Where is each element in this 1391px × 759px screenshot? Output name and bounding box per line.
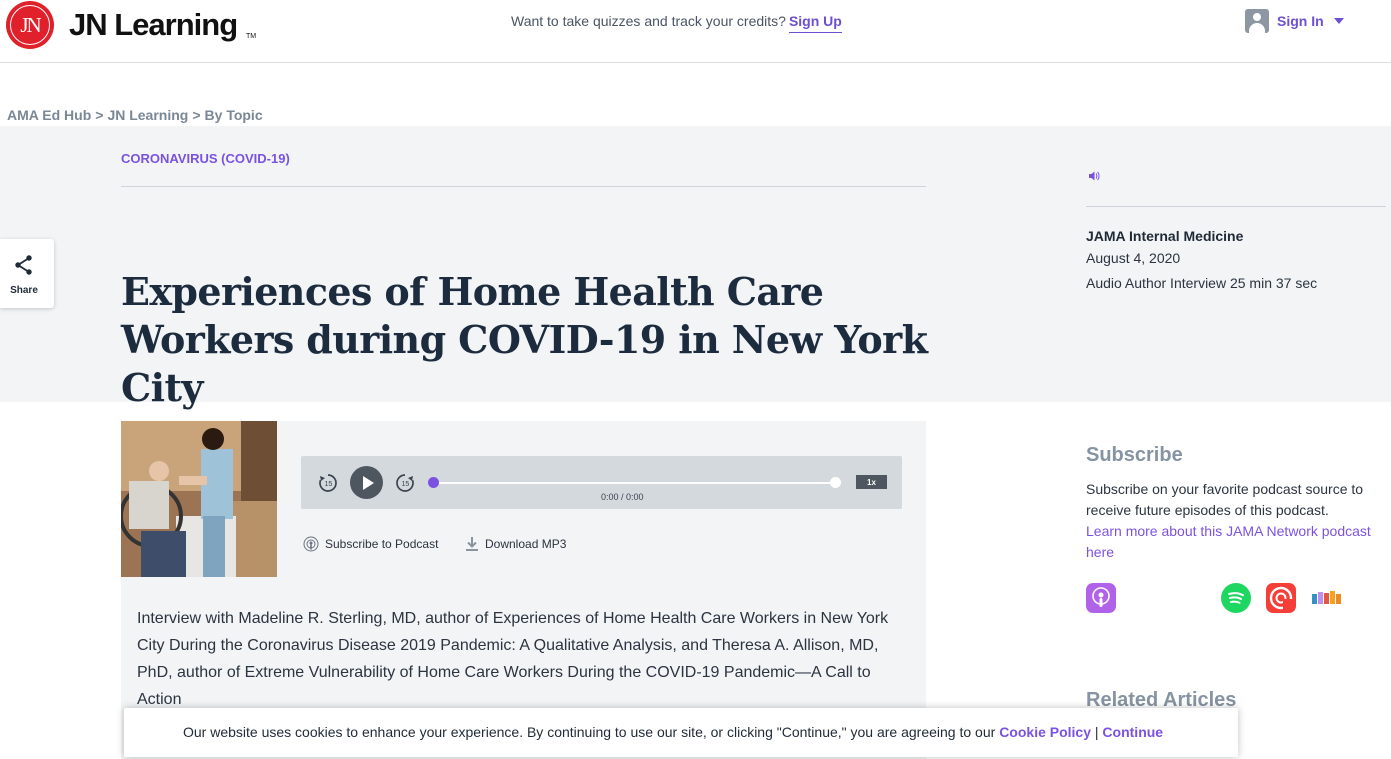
- svg-text:15: 15: [402, 481, 410, 488]
- topic-divider: [121, 186, 926, 187]
- progress-handle[interactable]: [428, 477, 439, 488]
- episode-thumbnail: [121, 421, 277, 577]
- signup-prompt: Want to take quizzes and track your cred…: [511, 13, 842, 33]
- share-label: Share: [10, 285, 38, 296]
- learn-more-podcast-link[interactable]: Learn more about this JAMA Network podca…: [1086, 521, 1386, 563]
- trademark-mark: TM: [246, 33, 257, 40]
- journal-name[interactable]: JAMA Internal Medicine: [1086, 228, 1243, 244]
- continue-button[interactable]: Continue: [1102, 724, 1163, 740]
- stitcher-icon[interactable]: [1311, 583, 1341, 613]
- publication-date: August 4, 2020: [1086, 250, 1181, 266]
- site-header: JN JN Learning TM Want to take quizzes a…: [0, 0, 1391, 63]
- sign-up-link[interactable]: Sign Up: [788, 13, 842, 33]
- spotify-icon[interactable]: [1221, 583, 1251, 613]
- breadcrumb-item-by-topic[interactable]: By Topic: [205, 107, 263, 123]
- subscribe-heading: Subscribe: [1086, 444, 1183, 466]
- cookie-policy-link[interactable]: Cookie Policy: [999, 724, 1091, 740]
- download-icon: [466, 537, 478, 551]
- topic-link[interactable]: CORONAVIRUS (COVID-19): [121, 151, 290, 166]
- user-icon: [1245, 9, 1269, 33]
- breadcrumb-item-jn-learning[interactable]: JN Learning: [107, 107, 188, 123]
- cookie-separator: |: [1094, 724, 1099, 740]
- share-button[interactable]: Share: [0, 239, 54, 308]
- chevron-down-icon[interactable]: [1333, 18, 1344, 24]
- breadcrumb-separator: >: [95, 107, 104, 123]
- breadcrumb: AMA Ed Hub > JN Learning > By Topic: [7, 107, 263, 123]
- page-title: Experiences of Home Health Care Workers …: [121, 269, 928, 410]
- subscribe-text: Subscribe on your favorite podcast sourc…: [1086, 481, 1364, 518]
- signup-prompt-text: Want to take quizzes and track your cred…: [511, 13, 786, 29]
- progress-end-marker: [830, 477, 841, 488]
- progress-track[interactable]: [433, 482, 836, 484]
- sign-in-label[interactable]: Sign In: [1277, 13, 1324, 29]
- site-logo-text[interactable]: JN Learning: [69, 7, 238, 43]
- subscribe-to-podcast-link[interactable]: Subscribe to Podcast: [303, 536, 438, 552]
- episode-description: Interview with Madeline R. Sterling, MD,…: [137, 610, 889, 708]
- breadcrumb-separator: >: [192, 107, 201, 123]
- cookie-message-text: Our website uses cookies to enhance your…: [183, 724, 996, 740]
- breadcrumb-item-ama-ed-hub[interactable]: AMA Ed Hub: [7, 107, 91, 123]
- forward-15-icon[interactable]: 15: [394, 471, 416, 493]
- logo-badge-text: JN: [10, 5, 50, 45]
- meta-divider: [1086, 206, 1386, 207]
- audio-player: 15 15 0:00 / 0:00 1x: [301, 456, 902, 509]
- podcast-icon: [303, 536, 319, 552]
- cookie-message: Our website uses cookies to enhance your…: [183, 724, 1163, 740]
- pocket-casts-icon[interactable]: [1266, 583, 1296, 613]
- play-button[interactable]: [350, 466, 383, 499]
- svg-text:15: 15: [325, 481, 333, 488]
- speaker-icon: [1088, 170, 1100, 185]
- rewind-15-icon[interactable]: 15: [317, 471, 339, 493]
- download-mp3-link[interactable]: Download MP3: [465, 536, 566, 552]
- download-mp3-label: Download MP3: [485, 537, 567, 551]
- apple-podcasts-icon[interactable]: [1086, 583, 1116, 613]
- sign-in-menu[interactable]: Sign In: [1245, 9, 1344, 33]
- interview-duration: Audio Author Interview 25 min 37 sec: [1086, 275, 1318, 291]
- playback-speed-button[interactable]: 1x: [856, 475, 887, 489]
- cookie-banner: Our website uses cookies to enhance your…: [124, 708, 1238, 757]
- jn-logo-badge[interactable]: JN: [6, 1, 54, 49]
- playback-time: 0:00 / 0:00: [601, 492, 644, 502]
- share-icon: [15, 255, 32, 275]
- subscribe-to-podcast-label: Subscribe to Podcast: [325, 537, 439, 551]
